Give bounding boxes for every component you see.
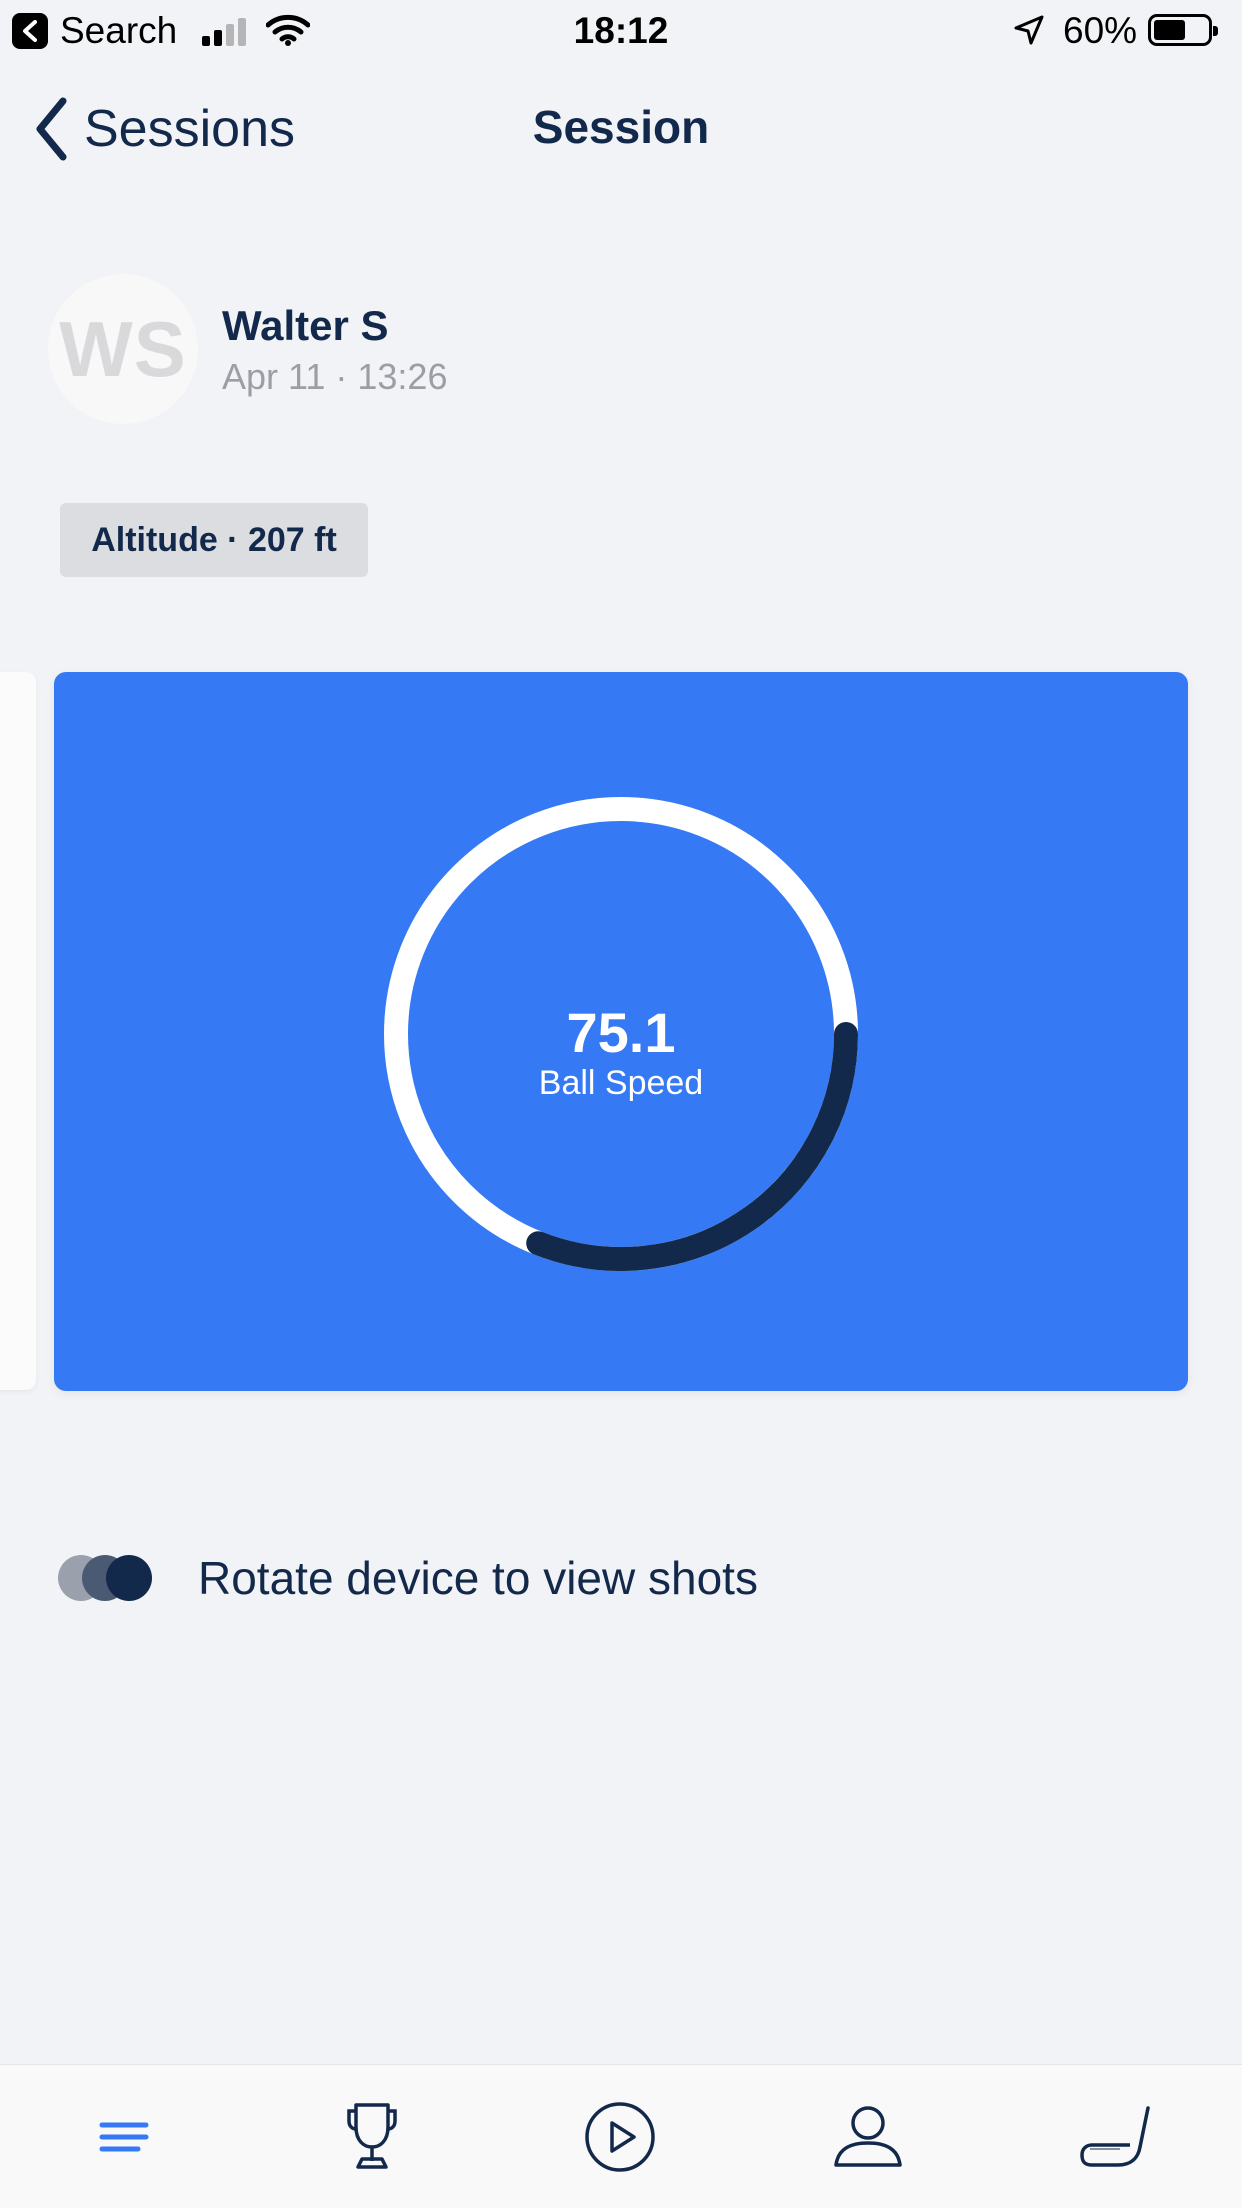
tab-sessions[interactable] (0, 2065, 248, 2208)
rotate-device-icon (58, 1555, 152, 1601)
tab-bar (0, 2064, 1242, 2208)
ball-speed-label: Ball Speed (538, 1064, 704, 1102)
trophy-icon (347, 2103, 397, 2169)
tab-clubs[interactable] (992, 2065, 1240, 2208)
golf-club-icon (1080, 2106, 1150, 2167)
page-title: Session (532, 101, 710, 153)
tab-challenges[interactable] (248, 2065, 496, 2208)
ball-speed-card[interactable]: 75.1 Ball Speed (54, 672, 1188, 1391)
play-icon (585, 2102, 655, 2172)
battery-percentage: 60% (1063, 10, 1138, 51)
profile-icon (834, 2106, 902, 2167)
avatar-initials: WS (59, 304, 187, 393)
user-name: Walter S (222, 302, 389, 349)
tab-play[interactable] (496, 2065, 744, 2208)
location-arrow-icon (1014, 15, 1044, 45)
previous-card-peek[interactable] (0, 672, 36, 1390)
avatar: WS (48, 274, 198, 424)
session-screen: Search 18:12 60% Sessions Session WS Wal… (0, 0, 1242, 2208)
battery-level (1154, 20, 1185, 40)
menu-icon (99, 2122, 149, 2152)
rotate-hint: Rotate device to view shots (58, 1548, 758, 1608)
clock: 18:12 (573, 10, 669, 51)
altitude-badge: Altitude · 207 ft (60, 503, 368, 577)
rotate-hint-text: Rotate device to view shots (198, 1552, 758, 1604)
session-date: Apr 11 · 13:26 (222, 356, 448, 397)
status-bar: Search 18:12 60% (0, 0, 1242, 62)
tab-profile[interactable] (744, 2065, 992, 2208)
ball-speed-value: 75.1 (566, 1001, 676, 1064)
battery-icon (1148, 14, 1218, 46)
